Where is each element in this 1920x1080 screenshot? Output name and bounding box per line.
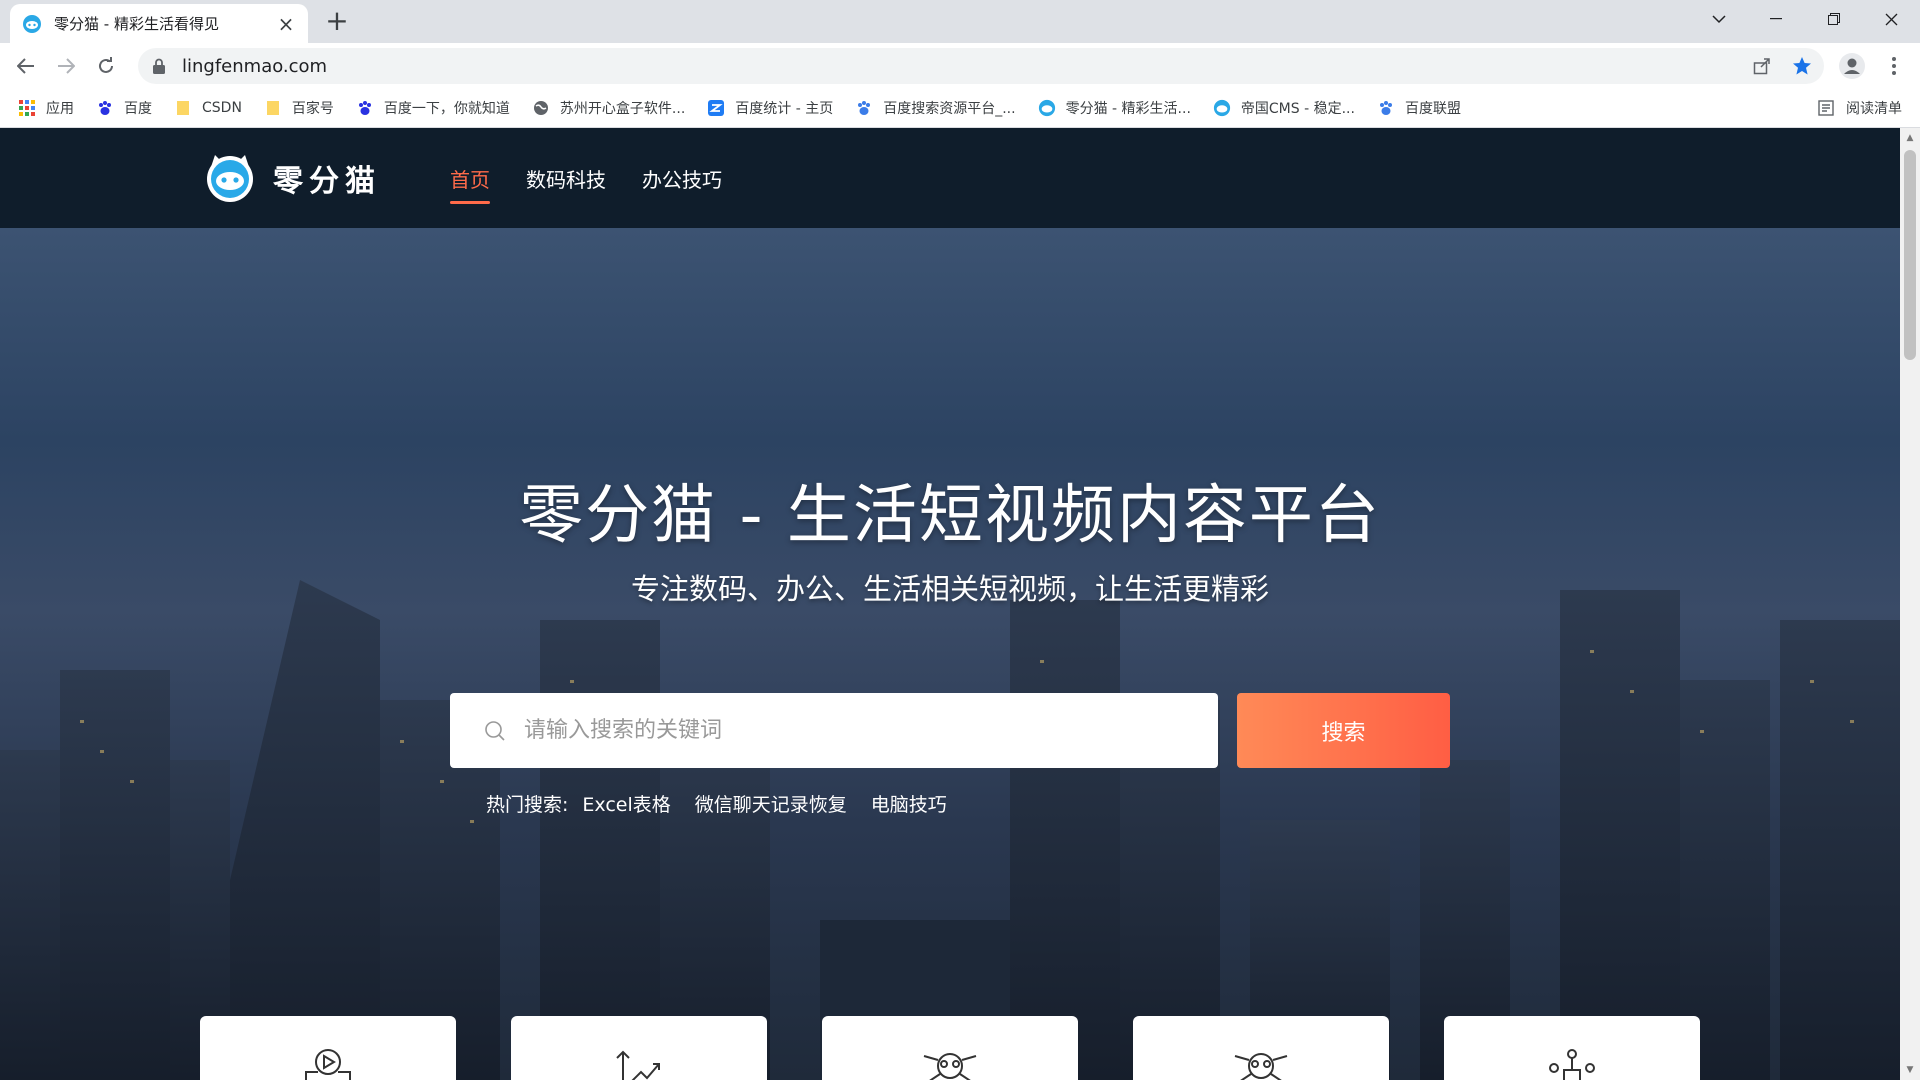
tab-search-icon[interactable] [1690, 0, 1748, 38]
search-icon [485, 720, 505, 741]
url-text: lingfenmao.com [182, 55, 328, 77]
apps-grid-icon [18, 99, 36, 117]
baidu-tongji-icon [707, 99, 725, 117]
nav-office-tips[interactable]: 办公技巧 [642, 128, 722, 228]
reload-icon[interactable] [90, 50, 122, 82]
new-tab-button[interactable]: + [322, 6, 352, 36]
site-header: 零分猫 首页 数码科技 办公技巧 [0, 128, 1900, 228]
scroll-up-arrow-icon[interactable]: ▲ [1900, 130, 1920, 146]
globe-icon [532, 99, 550, 117]
hero-title: 零分猫 - 生活短视频内容平台 [519, 479, 1381, 553]
bookmark-label: CSDN [202, 99, 242, 116]
hero-subtitle: 专注数码、办公、生活相关短视频，让生活更精彩 [630, 572, 1269, 606]
bookmark-label: 百度 [124, 100, 152, 117]
lingfenmao-favicon-icon [23, 14, 41, 33]
community-icon [1234, 1053, 1288, 1080]
video-camera-icon [305, 1049, 351, 1080]
minimize-icon[interactable] [1747, 0, 1805, 38]
baidu-paw-icon [96, 99, 114, 117]
baidu-paw-icon [356, 99, 374, 117]
nav-digital-tech[interactable]: 数码科技 [526, 128, 606, 228]
category-card[interactable] [822, 1016, 1078, 1080]
bookmark-baidu-tongji[interactable]: 百度统计 - 主页 [707, 98, 833, 118]
browser-tab-strip: 零分猫 - 精彩生活看得见 × + [0, 0, 1920, 43]
folder-icon [174, 99, 192, 117]
browser-tab[interactable]: 零分猫 - 精彩生活看得见 × [10, 4, 308, 43]
bookmark-lingfenmao[interactable]: 零分猫 - 精彩生活... [1038, 98, 1191, 118]
reading-list-button[interactable]: 阅读清单 [1818, 88, 1902, 128]
hot-search-item[interactable]: 电脑技巧 [871, 790, 947, 817]
page-scrollbar[interactable]: ▲ ▼ [1900, 128, 1920, 1080]
hot-search-item[interactable]: 微信聊天记录恢复 [695, 790, 847, 817]
share-icon[interactable] [1746, 50, 1778, 82]
scroll-thumb[interactable] [1904, 150, 1916, 360]
team-network-icon [923, 1053, 977, 1080]
hot-search-bar: 热门搜索: Excel表格 微信聊天记录恢复 电脑技巧 [486, 790, 971, 817]
bookmark-baidu[interactable]: 百度 [96, 98, 152, 118]
back-arrow-icon[interactable] [10, 50, 42, 82]
reading-list-label: 阅读清单 [1846, 101, 1902, 117]
baidu-paw-icon [1377, 99, 1395, 117]
bookmark-label: 百度搜索资源平台_... [883, 100, 1016, 117]
bookmark-baidu-search[interactable]: 百度一下，你就知道 [356, 98, 510, 118]
scroll-down-arrow-icon[interactable]: ▼ [1900, 1062, 1920, 1078]
tab-title: 零分猫 - 精彩生活看得见 [54, 15, 219, 33]
connection-nodes-icon [1549, 1049, 1595, 1080]
search-input[interactable] [524, 718, 1218, 743]
category-card[interactable] [200, 1016, 456, 1080]
category-card[interactable] [1133, 1016, 1389, 1080]
baidu-paw-icon [855, 99, 873, 117]
hot-search-label: 热门搜索: [486, 794, 569, 816]
bookmark-label: 百度一下，你就知道 [383, 100, 510, 117]
close-window-icon[interactable] [1862, 0, 1920, 38]
bookmark-label: 百度统计 - 主页 [735, 100, 834, 117]
reading-list-icon [1818, 100, 1834, 116]
bookmark-label: 苏州开心盒子软件... [559, 100, 686, 117]
address-bar[interactable]: lingfenmao.com [138, 48, 1824, 84]
hero-banner: 零分猫 - 生活短视频内容平台 专注数码、办公、生活相关短视频，让生活更精彩 搜… [0, 228, 1900, 1080]
bookmark-baijiahao[interactable]: 百家号 [264, 98, 334, 118]
search-button[interactable]: 搜索 [1237, 693, 1450, 768]
bookmark-label: 应用 [46, 100, 74, 117]
site-brand: 零分猫 [273, 164, 381, 199]
bookmark-apps[interactable]: 应用 [18, 98, 74, 118]
tab-close-icon[interactable]: × [276, 12, 296, 36]
hot-search-item[interactable]: Excel表格 [582, 790, 670, 817]
category-card[interactable] [511, 1016, 767, 1080]
growth-chart-icon [616, 1050, 660, 1080]
bookmark-label: 百家号 [291, 100, 334, 117]
category-card[interactable] [1444, 1016, 1700, 1080]
bookmark-suzhou[interactable]: 苏州开心盒子软件... [532, 98, 685, 118]
lock-icon [153, 58, 165, 74]
bookmark-csdn[interactable]: CSDN [174, 99, 242, 117]
category-cards [200, 1016, 1755, 1080]
bookmark-label: 帝国CMS - 稳定... [1240, 100, 1355, 117]
profile-avatar-icon[interactable] [1836, 50, 1868, 82]
bookmark-label: 百度联盟 [1404, 100, 1461, 117]
nav-home[interactable]: 首页 [450, 128, 490, 228]
menu-kebab-icon[interactable] [1878, 50, 1910, 82]
page-viewport: 零分猫 首页 数码科技 办公技巧 零分猫 - 生活短视频内容平台 专注数码、办公… [0, 128, 1900, 1080]
bookmark-empire-cms[interactable]: 帝国CMS - 稳定... [1213, 98, 1355, 118]
site-logo[interactable]: 零分猫 [205, 153, 381, 203]
forward-arrow-icon[interactable] [50, 50, 82, 82]
bookmarks-bar: 应用 百度 CSDN 百家号 百度一下，你就知道 苏州开心盒子软件... 百度统… [0, 88, 1920, 128]
bookmark-baidu-ziyuan[interactable]: 百度搜索资源平台_... [855, 98, 1016, 118]
cat-mascot-icon [207, 155, 253, 202]
main-nav: 首页 数码科技 办公技巧 [450, 128, 758, 228]
lingfenmao-icon [1213, 99, 1231, 117]
bookmark-label: 零分猫 - 精彩生活... [1065, 100, 1191, 117]
folder-icon [264, 99, 282, 117]
bookmark-star-icon[interactable] [1786, 50, 1818, 82]
search-box [450, 693, 1218, 768]
restore-icon[interactable] [1805, 0, 1863, 38]
browser-toolbar: lingfenmao.com [0, 43, 1920, 88]
bookmark-baidu-union[interactable]: 百度联盟 [1377, 98, 1461, 118]
lingfenmao-icon [1038, 99, 1056, 117]
